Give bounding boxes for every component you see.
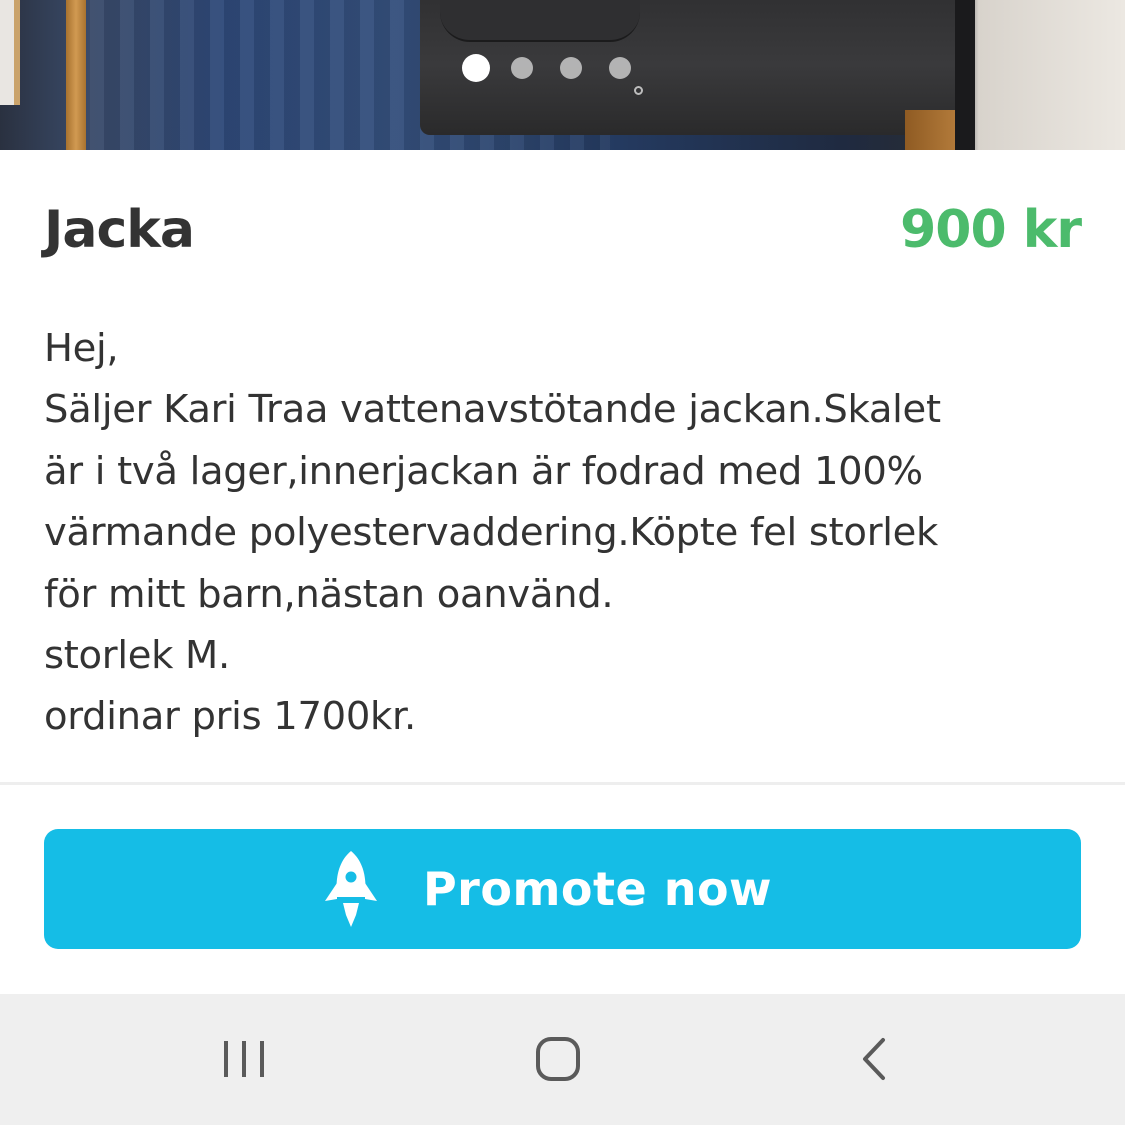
home-button[interactable] (518, 1024, 598, 1094)
listing-photo-carousel[interactable] (0, 0, 1125, 150)
listing-description: Hej, Säljer Kari Traa vattenavstötande j… (44, 318, 1084, 748)
recent-apps-button[interactable] (204, 1024, 284, 1094)
photo-background (0, 0, 20, 105)
back-button[interactable] (834, 1024, 914, 1094)
carousel-dot[interactable] (560, 57, 582, 79)
description-line: Säljer Kari Traa vattenavstötande jackan… (44, 387, 941, 433)
description-line: storlek M. (44, 633, 230, 679)
listing-title: Jacka (44, 200, 195, 260)
description-line: Hej, (44, 326, 119, 371)
home-icon (536, 1037, 580, 1081)
description-line: är i två lager,innerjackan är fodrad med… (44, 448, 923, 494)
description-line: för mitt barn,nästan oanvänd. (44, 571, 614, 617)
rocket-icon (324, 851, 377, 927)
carousel-dot[interactable] (609, 57, 631, 79)
description-line: värmande polyestervaddering.Köpte fel st… (44, 510, 938, 556)
carousel-dot-active[interactable] (462, 54, 490, 82)
back-icon (863, 1038, 885, 1080)
promote-now-label: Promote now (422, 862, 773, 916)
promote-now-button[interactable]: Promote now (44, 829, 1081, 949)
carousel-dot[interactable] (511, 57, 533, 79)
carousel-page-indicator (462, 54, 658, 82)
listing-price: 900 kr (900, 200, 1082, 260)
recent-apps-icon (224, 1041, 264, 1077)
system-navigation-bar (0, 994, 1125, 1125)
section-divider (0, 782, 1125, 785)
description-line: ordinar pris 1700kr. (44, 694, 416, 740)
